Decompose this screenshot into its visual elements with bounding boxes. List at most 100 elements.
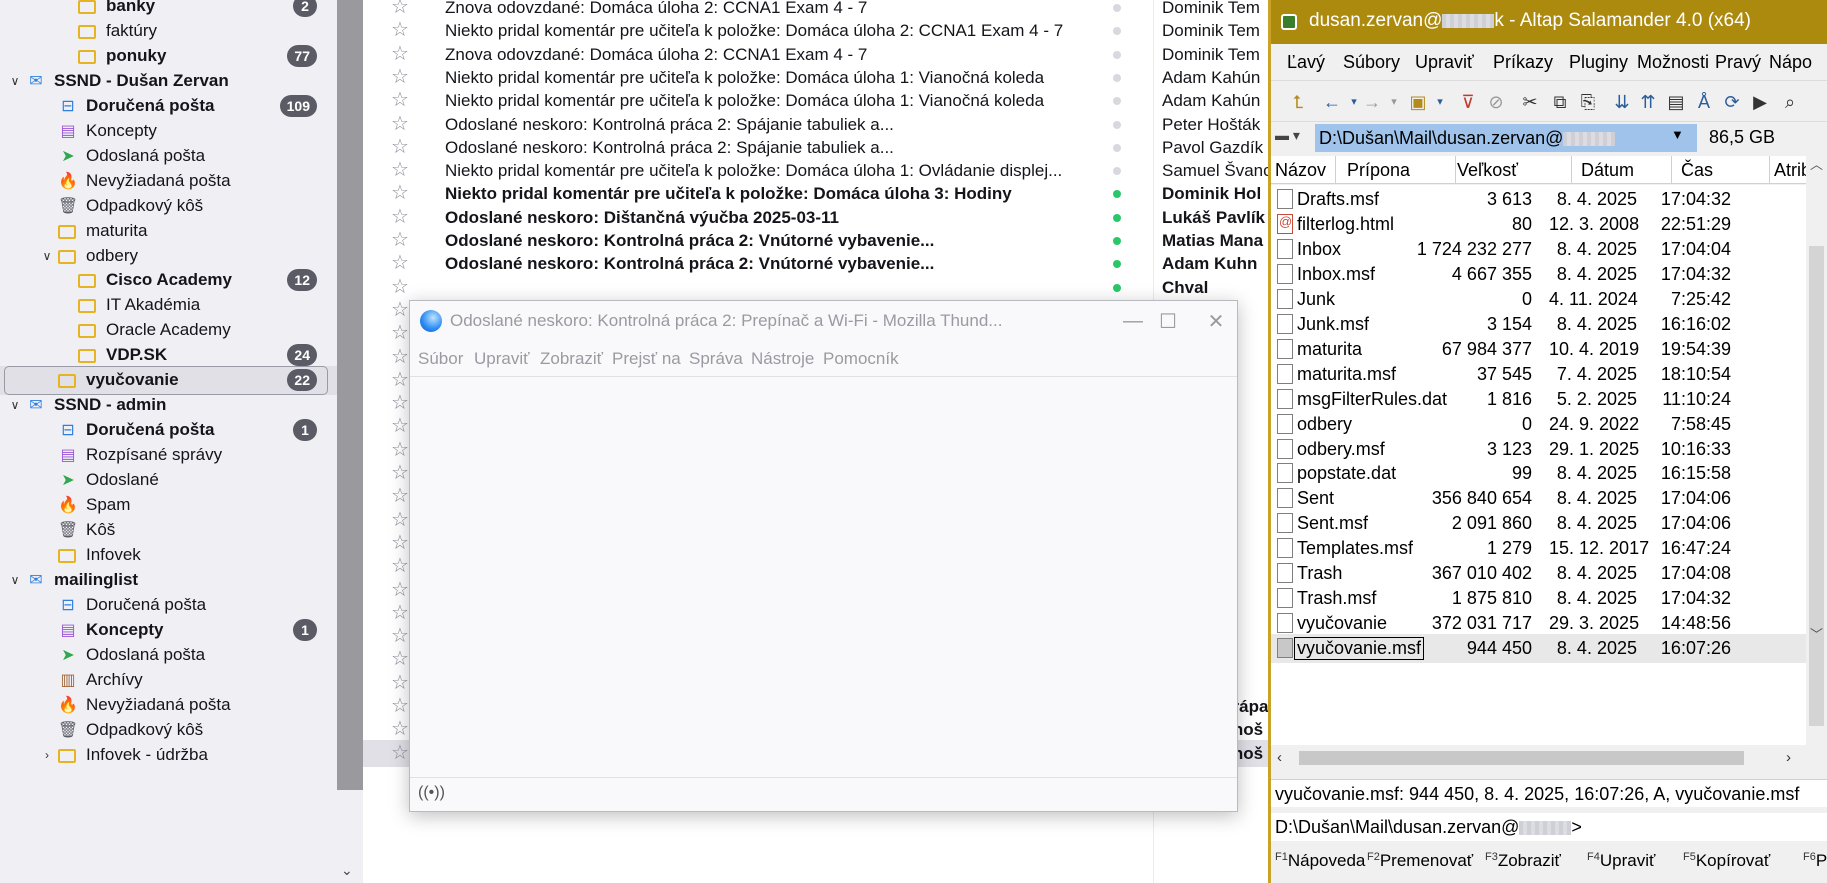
online-status-icon[interactable]: ((•)) <box>418 784 445 802</box>
column-separator[interactable] <box>1769 156 1770 184</box>
menu-item[interactable]: Upraviť <box>1415 52 1474 73</box>
drive-icon[interactable]: ▬ ▾ <box>1275 127 1309 149</box>
folder-item[interactable]: › Infovek - údržba <box>0 741 337 770</box>
function-key-button[interactable]: F3Zobraziť <box>1485 851 1561 871</box>
menu-item[interactable]: Pravý <box>1715 52 1761 73</box>
menu-item[interactable]: Ľavý <box>1287 52 1325 73</box>
chevron-right-icon[interactable]: › <box>40 748 54 762</box>
back-arrow-icon[interactable]: ← <box>1321 91 1343 113</box>
star-icon[interactable]: ☆ <box>391 556 409 576</box>
read-dot-icon[interactable] <box>1113 50 1121 59</box>
view-mode-icon[interactable]: ▶ <box>1749 91 1771 113</box>
find-icon[interactable]: ⌕ <box>1779 91 1801 113</box>
chevron-down-icon[interactable]: ∨ <box>8 398 22 412</box>
properties-icon[interactable]: ▤ <box>1665 91 1687 113</box>
star-icon[interactable]: ☆ <box>391 486 409 506</box>
star-icon[interactable]: ☆ <box>391 510 409 530</box>
menu-item[interactable]: Príkazy <box>1493 52 1553 73</box>
menu-item[interactable]: Možnosti <box>1637 52 1709 73</box>
folder-pane-scroll-thumb[interactable] <box>337 0 363 790</box>
star-icon[interactable]: ☆ <box>391 300 409 320</box>
star-icon[interactable]: ☆ <box>391 67 409 87</box>
function-key-button[interactable]: F4Upraviť <box>1587 851 1655 871</box>
star-icon[interactable]: ☆ <box>391 347 409 367</box>
current-path[interactable]: D:\Dušan\Mail\dusan.zervan@ <box>1315 124 1697 152</box>
star-icon[interactable]: ☆ <box>391 160 409 180</box>
copy-icon[interactable]: ⧉ <box>1549 91 1571 113</box>
star-icon[interactable]: ☆ <box>391 277 409 297</box>
star-icon[interactable]: ☆ <box>391 370 409 390</box>
folder-pane-scrollbar[interactable]: ⌄ <box>337 0 363 883</box>
menu-item[interactable]: Upraviť <box>474 349 530 369</box>
close-button[interactable]: ✕ <box>1196 307 1236 335</box>
star-icon[interactable]: ☆ <box>391 696 409 716</box>
star-icon[interactable]: ☆ <box>391 114 409 134</box>
column-header[interactable]: Veľkosť <box>1457 160 1518 181</box>
star-icon[interactable]: ☆ <box>391 0 409 17</box>
clear-filter-icon[interactable]: ⊘ <box>1485 91 1507 113</box>
forward-dropdown-icon[interactable]: ▾ <box>1383 91 1405 113</box>
star-icon[interactable]: ☆ <box>391 743 409 763</box>
scroll-left-icon[interactable]: ‹ <box>1277 749 1282 766</box>
star-icon[interactable]: ☆ <box>391 533 409 553</box>
file-list-horizontal-scrollbar[interactable]: ‹ › <box>1271 747 1806 769</box>
column-separator[interactable] <box>1571 156 1572 184</box>
menu-item[interactable]: Nápo <box>1769 52 1812 73</box>
star-icon[interactable]: ☆ <box>391 253 409 273</box>
star-icon[interactable]: ☆ <box>391 673 409 693</box>
cut-icon[interactable]: ✂ <box>1519 91 1541 113</box>
star-icon[interactable]: ☆ <box>391 323 409 343</box>
scroll-up-icon[interactable]: ︿ <box>1810 154 1823 173</box>
chevron-down-icon[interactable]: ∨ <box>8 74 22 88</box>
menu-item[interactable]: Pomocník <box>823 349 899 369</box>
chevron-down-icon[interactable]: ∨ <box>40 249 54 263</box>
refresh-icon[interactable]: ⟳ <box>1721 91 1743 113</box>
star-icon[interactable]: ☆ <box>391 90 409 110</box>
star-icon[interactable]: ☆ <box>391 207 409 227</box>
file-list-vertical-scrollbar[interactable]: ︿ ﹀ <box>1806 156 1827 745</box>
path-history-dropdown-icon[interactable]: ▼ <box>1671 127 1684 142</box>
menu-item[interactable]: Zobraziť <box>540 349 603 369</box>
column-header[interactable]: Názov <box>1275 160 1326 181</box>
hotpaths-dropdown-icon[interactable]: ▾ <box>1429 91 1451 113</box>
star-icon[interactable]: ☆ <box>391 20 409 40</box>
column-separator[interactable] <box>1335 156 1336 184</box>
salamander-path-bar[interactable]: ▬ ▾ D:\Dušan\Mail\dusan.zervan@ ▼ 86,5 G… <box>1271 124 1827 152</box>
file-row[interactable]: vyučovanie.msf 944 450 8. 4. 2025 16:07:26 <box>1271 634 1806 664</box>
function-key-button[interactable]: F5Kopírovať <box>1683 851 1770 871</box>
star-icon[interactable]: ☆ <box>391 416 409 436</box>
filter-icon[interactable]: ⊽ <box>1457 91 1479 113</box>
vertical-scroll-thumb[interactable] <box>1809 246 1824 726</box>
read-dot-icon[interactable] <box>1113 73 1121 82</box>
paste-icon[interactable]: ⎘ <box>1577 91 1599 113</box>
star-icon[interactable]: ☆ <box>391 230 409 250</box>
parent-folder-icon[interactable]: ⮤ <box>1287 91 1309 113</box>
menu-item[interactable]: Prejsť na <box>612 349 681 369</box>
forward-arrow-icon[interactable]: → <box>1361 91 1383 113</box>
hotpaths-icon[interactable]: ▣ <box>1407 91 1429 113</box>
command-line[interactable]: D:\Dušan\Mail\dusan.zervan@ > <box>1271 813 1827 841</box>
star-icon[interactable]: ☆ <box>391 44 409 64</box>
unpack-icon[interactable]: ⇈ <box>1637 91 1659 113</box>
scroll-right-icon[interactable]: › <box>1786 749 1791 766</box>
message-window-titlebar[interactable]: Odoslané neskoro: Kontrolná práca 2: Pre… <box>410 301 1237 341</box>
column-header[interactable]: Čas <box>1681 160 1713 181</box>
column-header[interactable]: Dátum <box>1581 160 1634 181</box>
function-key-button[interactable]: F2Premenovať <box>1367 851 1473 871</box>
horizontal-scroll-thumb[interactable] <box>1299 751 1744 765</box>
read-dot-icon[interactable] <box>1113 120 1121 129</box>
column-header[interactable]: Prípona <box>1347 160 1410 181</box>
function-key-button[interactable]: F6Pre <box>1803 851 1827 871</box>
scroll-down-icon[interactable]: ﹀ <box>1810 624 1823 643</box>
read-dot-icon[interactable] <box>1113 4 1121 12</box>
read-dot-icon[interactable] <box>1113 143 1121 152</box>
unread-dot-icon[interactable] <box>1113 213 1121 222</box>
maximize-button[interactable]: ☐ <box>1148 307 1188 335</box>
salamander-titlebar[interactable]: dusan.zervan@ k - Altap Salamander 4.0 (x… <box>1271 0 1827 44</box>
star-icon[interactable]: ☆ <box>391 626 409 646</box>
menu-item[interactable]: Pluginy <box>1569 52 1628 73</box>
column-separator[interactable] <box>1455 156 1456 184</box>
star-icon[interactable]: ☆ <box>391 649 409 669</box>
star-icon[interactable]: ☆ <box>391 440 409 460</box>
star-icon[interactable]: ☆ <box>391 183 409 203</box>
